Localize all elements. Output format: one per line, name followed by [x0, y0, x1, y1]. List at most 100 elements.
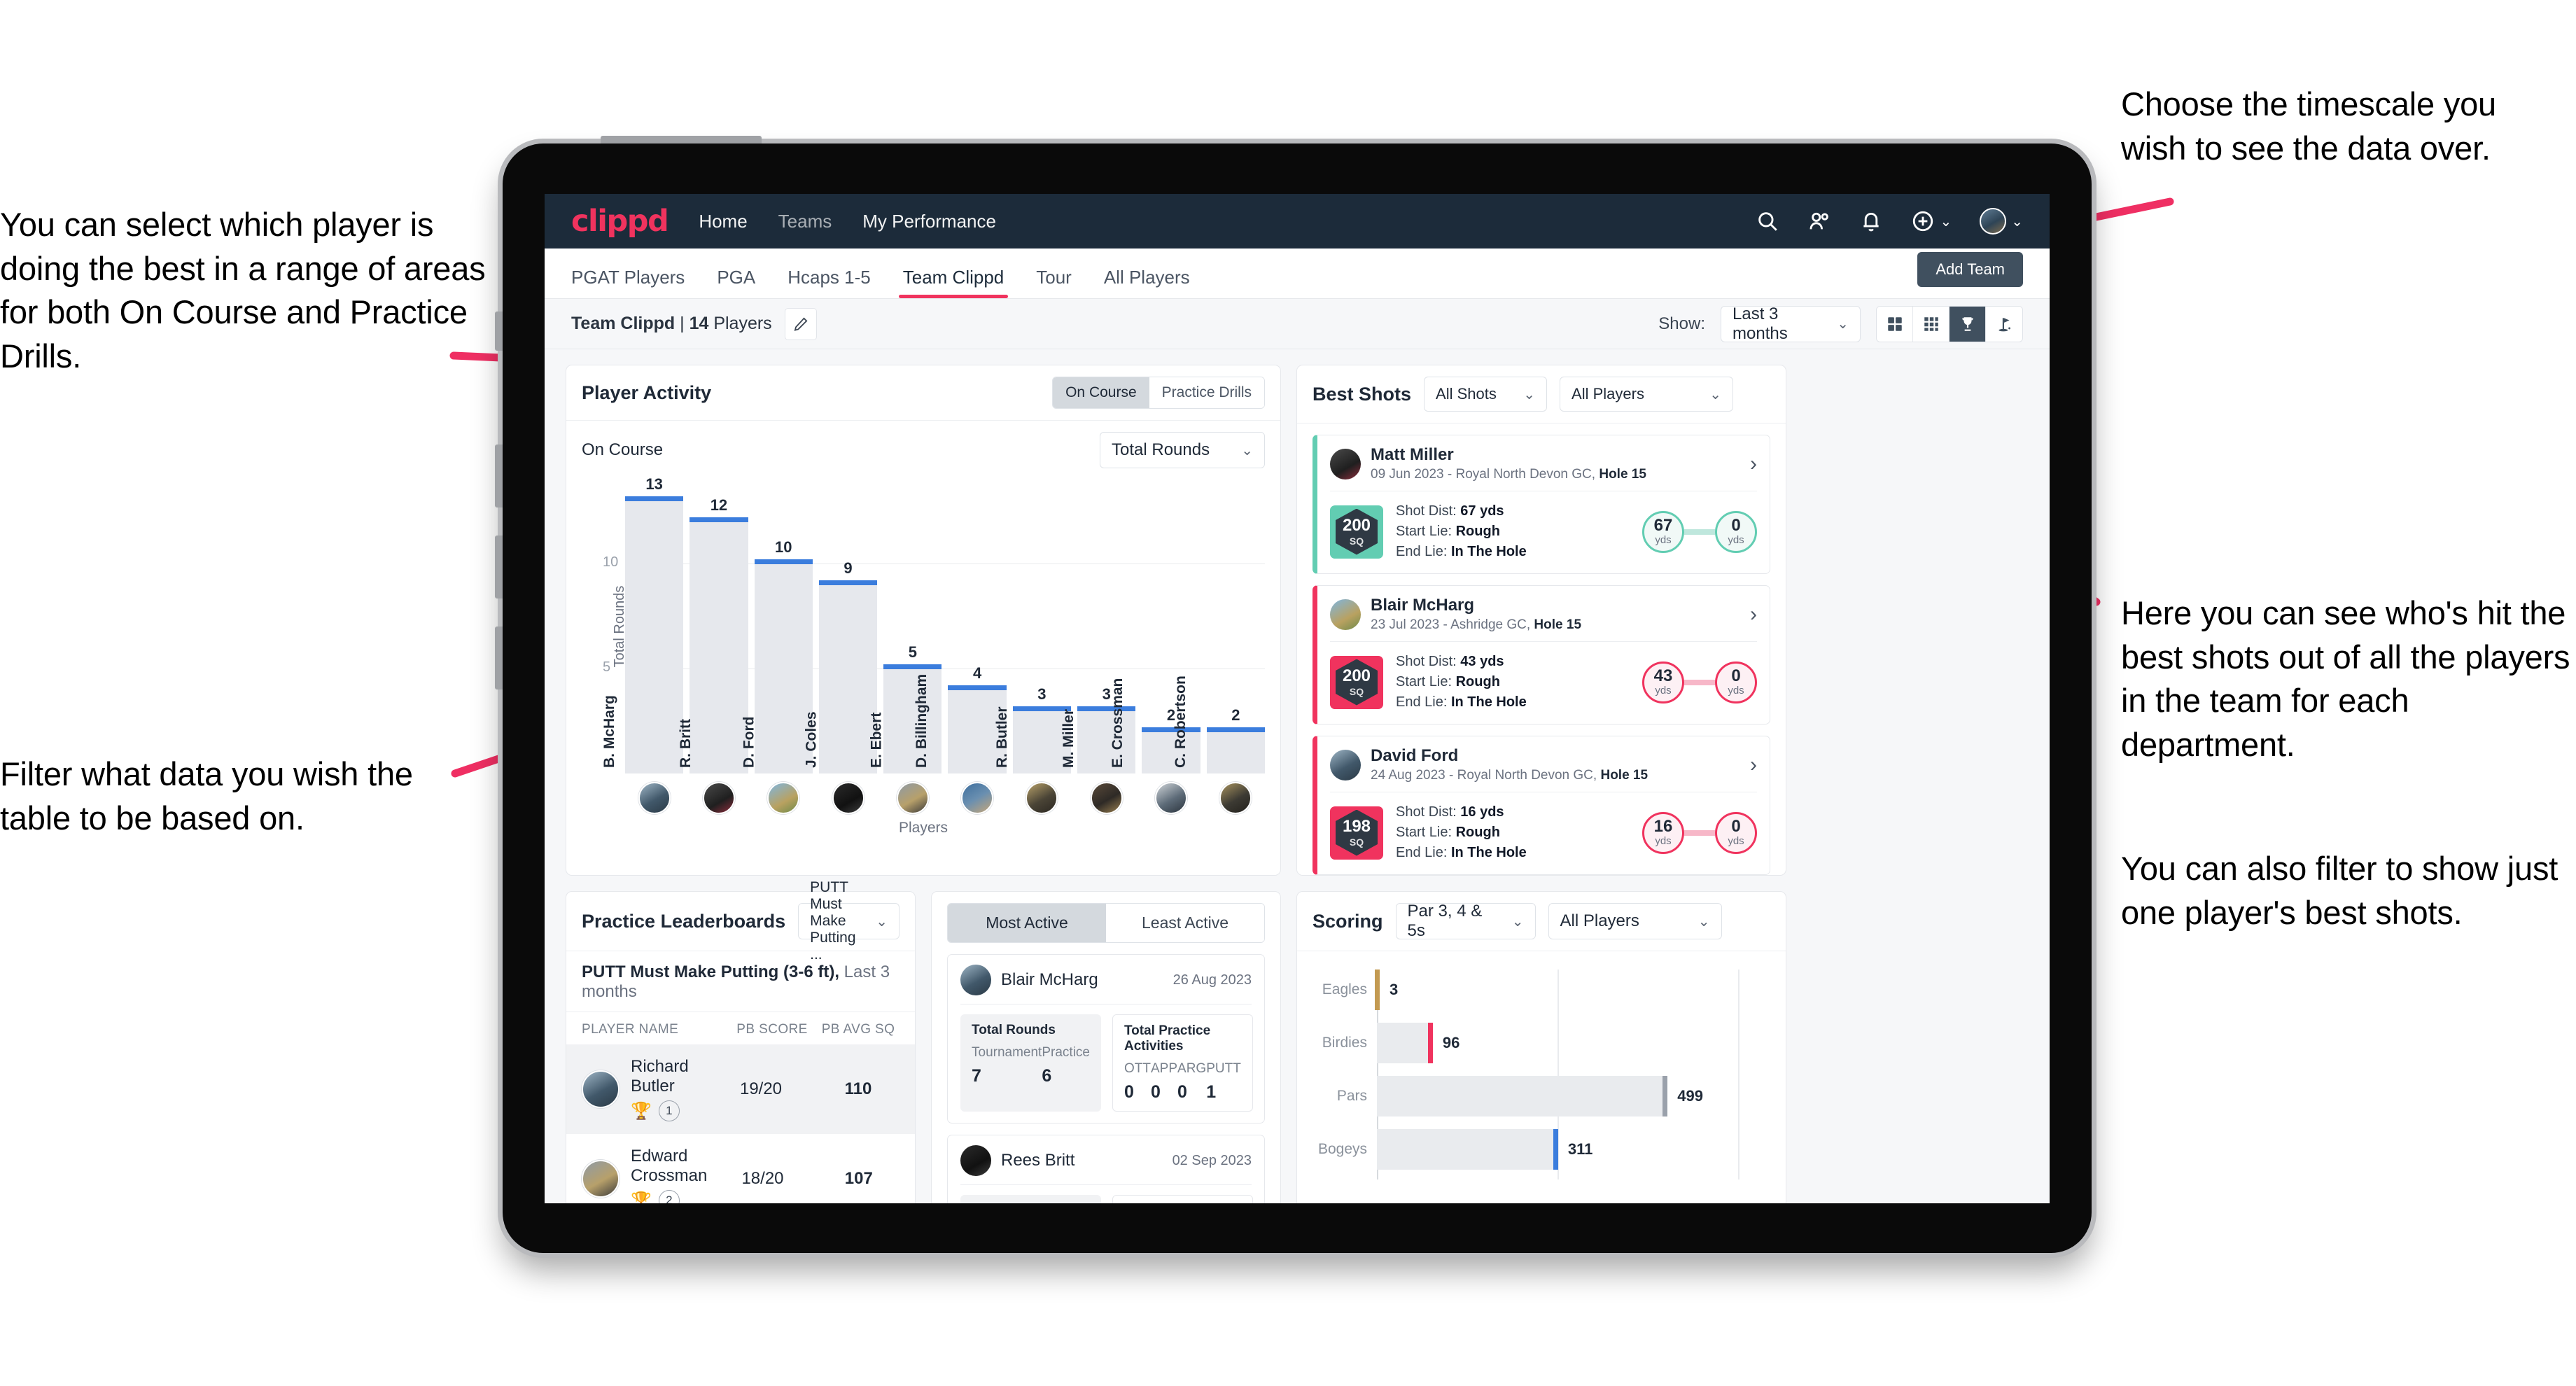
tablet-device-frame: clippd Home Teams My Performance ⌄ ⌄ PGA…: [495, 136, 2092, 1253]
chevron-right-icon[interactable]: ›: [1750, 603, 1757, 626]
hexagon-icon: 198 SQ: [1336, 809, 1378, 856]
tab-tour[interactable]: Tour: [1036, 267, 1072, 298]
shot-quality-badge: 200 SQ: [1330, 655, 1383, 709]
activity-card[interactable]: Blair McHarg 26 Aug 2023 Total Rounds Tourn…: [947, 954, 1265, 1124]
pb-avg-sq: 110: [844, 1079, 872, 1098]
plus-circle-icon[interactable]: [1911, 209, 1935, 233]
pencil-icon[interactable]: [784, 307, 817, 340]
best-shot-card[interactable]: Blair McHarg 23 Jul 2023 - Ashridge GC, H…: [1312, 585, 1770, 724]
chart-bar-group[interactable]: 13 B. McHarg: [601, 475, 684, 774]
player-avatar[interactable]: [1207, 782, 1265, 814]
bar-tip: [1375, 969, 1380, 1010]
bar: [1377, 1129, 1558, 1170]
shot-meta: 23 Jul 2023 - Ashridge GC, Hole 15: [1371, 617, 1582, 632]
tab-all-players[interactable]: All Players: [1104, 267, 1190, 298]
shot-meta: 24 Aug 2023 - Royal North Devon GC, Hole…: [1371, 768, 1648, 783]
stat-label: OTT: [1124, 1061, 1151, 1076]
chart-bar-group[interactable]: 3 M. Miller: [1060, 479, 1136, 774]
par-value: Par 3, 4 & 5s: [1407, 902, 1483, 940]
shot-card-header: Matt Miller 09 Jun 2023 - Royal North Dev…: [1330, 445, 1757, 491]
end-distance: 0 yds: [1715, 811, 1757, 854]
scoring-card: Scoring Par 3, 4 & 5s ⌄ All Players ⌄ Ea…: [1296, 891, 1786, 1203]
activity-date: 26 Aug 2023: [1172, 972, 1252, 988]
nav-item-teams[interactable]: Teams: [778, 211, 832, 232]
chevron-down-icon[interactable]: ⌄: [1940, 213, 1952, 230]
player-avatar[interactable]: [690, 782, 748, 814]
scoring-bar-row[interactable]: Bogeys 311: [1312, 1129, 1770, 1170]
rank-row: 🏆 1: [631, 1100, 705, 1121]
chart-bar-group[interactable]: 2 E. Crossman: [1110, 479, 1200, 774]
nav-item-my-performance[interactable]: My Performance: [862, 211, 996, 232]
practice-leaderboards-title: Practice Leaderboards: [582, 910, 786, 932]
stat-label: PUTT: [1206, 1061, 1241, 1076]
player-avatar[interactable]: [1077, 782, 1135, 814]
bell-icon[interactable]: [1859, 209, 1883, 233]
chevron-right-icon[interactable]: ›: [1750, 753, 1757, 777]
chevron-right-icon[interactable]: ›: [1750, 452, 1757, 476]
best-shots-player-select[interactable]: All Players ⌄: [1560, 377, 1734, 412]
player-avatar[interactable]: [625, 782, 683, 814]
grid-2x2-icon[interactable]: [1877, 306, 1913, 342]
tab-pga[interactable]: PGA: [717, 267, 755, 298]
scoring-bar-row[interactable]: Birdies 96: [1312, 1023, 1770, 1063]
drill-select[interactable]: PUTT Must Make Putting ... ⌄: [798, 879, 899, 962]
scoring-bar-row[interactable]: Pars 499: [1312, 1076, 1770, 1116]
tab-hcaps-1-5[interactable]: Hcaps 1-5: [788, 267, 871, 298]
leaderboard-drill-name: PUTT Must Make Putting (3-6 ft),: [582, 962, 839, 981]
user-avatar[interactable]: [1980, 208, 2007, 234]
golf-flag-icon[interactable]: [1986, 306, 2022, 342]
search-icon[interactable]: [1756, 209, 1779, 233]
device-button: [495, 312, 503, 351]
player-avatar[interactable]: [883, 782, 941, 814]
par-select[interactable]: Par 3, 4 & 5s ⌄: [1395, 902, 1536, 940]
bar-cap: [1142, 727, 1200, 732]
table-row[interactable]: Richard Butler 🏆 1 19/20 110: [566, 1044, 915, 1134]
add-team-button[interactable]: Add Team: [1917, 252, 2023, 287]
top-navbar: clippd Home Teams My Performance ⌄ ⌄: [545, 194, 2050, 248]
player-avatar[interactable]: [755, 782, 813, 814]
tab-team-clippd[interactable]: Team Clippd: [898, 267, 1008, 298]
nav-item-home[interactable]: Home: [699, 211, 747, 232]
trophy-icon[interactable]: [1949, 306, 1986, 342]
device-button: [495, 444, 503, 507]
chevron-down-icon[interactable]: ⌄: [2011, 213, 2023, 230]
tab-pgat-players[interactable]: PGAT Players: [571, 267, 685, 298]
scoring-bar-row[interactable]: Eagles 3: [1312, 969, 1770, 1010]
clippd-logo[interactable]: clippd: [571, 204, 669, 239]
activity-card[interactable]: Rees Britt 02 Sep 2023 Total RoundsTournam…: [947, 1135, 1265, 1203]
player-avatar[interactable]: [948, 782, 1006, 814]
best-shot-card[interactable]: David Ford 24 Aug 2023 - Royal North Devo…: [1312, 736, 1770, 875]
timescale-select[interactable]: Last 3 months ⌄: [1721, 304, 1861, 343]
chart-bar-group[interactable]: 2 C. Robertson: [1172, 479, 1265, 774]
chart-bar-group[interactable]: 12 R. Britt: [678, 479, 748, 774]
player-avatar[interactable]: [1013, 782, 1071, 814]
player-cell: Edward Crossman 🏆 2: [582, 1147, 707, 1203]
best-shot-card[interactable]: Matt Miller 09 Jun 2023 - Royal North Dev…: [1312, 435, 1770, 574]
end-distance: 0 yds: [1715, 510, 1757, 553]
bar-value: 12: [710, 496, 728, 514]
player-avatar: [582, 1160, 620, 1198]
shot-type-select[interactable]: All Shots ⌄: [1424, 377, 1548, 412]
dashboard-content: Player Activity On Course Practice Drill…: [545, 349, 2050, 1203]
metric-select[interactable]: Total Rounds ⌄: [1100, 432, 1265, 468]
people-icon[interactable]: [1807, 209, 1831, 233]
chart-bar-group[interactable]: 5 E. Ebert: [868, 479, 942, 774]
player-avatar: [1330, 448, 1361, 479]
table-row[interactable]: Edward Crossman 🏆 2 18/20 107: [566, 1134, 915, 1203]
segment-on-course[interactable]: On Course: [1053, 377, 1149, 408]
bar-cap: [948, 685, 1007, 690]
scoring-player-select[interactable]: All Players ⌄: [1548, 903, 1722, 939]
tab-least-active[interactable]: Least Active: [1106, 904, 1264, 942]
player-avatar[interactable]: [1142, 782, 1200, 814]
player-activity-card: Player Activity On Course Practice Drill…: [566, 365, 1281, 876]
segment-practice-drills[interactable]: Practice Drills: [1149, 377, 1264, 408]
activity-card-body: Total RoundsTournament8Practice4 Total Pr…: [960, 1185, 1253, 1203]
bar-label: J. Coles: [803, 711, 820, 768]
dashboard-row-top: Player Activity On Course Practice Drill…: [566, 365, 2029, 876]
grid-3x3-icon[interactable]: [1913, 306, 1949, 342]
player-avatar[interactable]: [819, 782, 877, 814]
bar-track: 3: [1375, 969, 1770, 1010]
stat-value: 0: [1177, 1082, 1187, 1102]
chevron-down-icon: ⌄: [1837, 316, 1849, 332]
tab-most-active[interactable]: Most Active: [948, 904, 1106, 942]
